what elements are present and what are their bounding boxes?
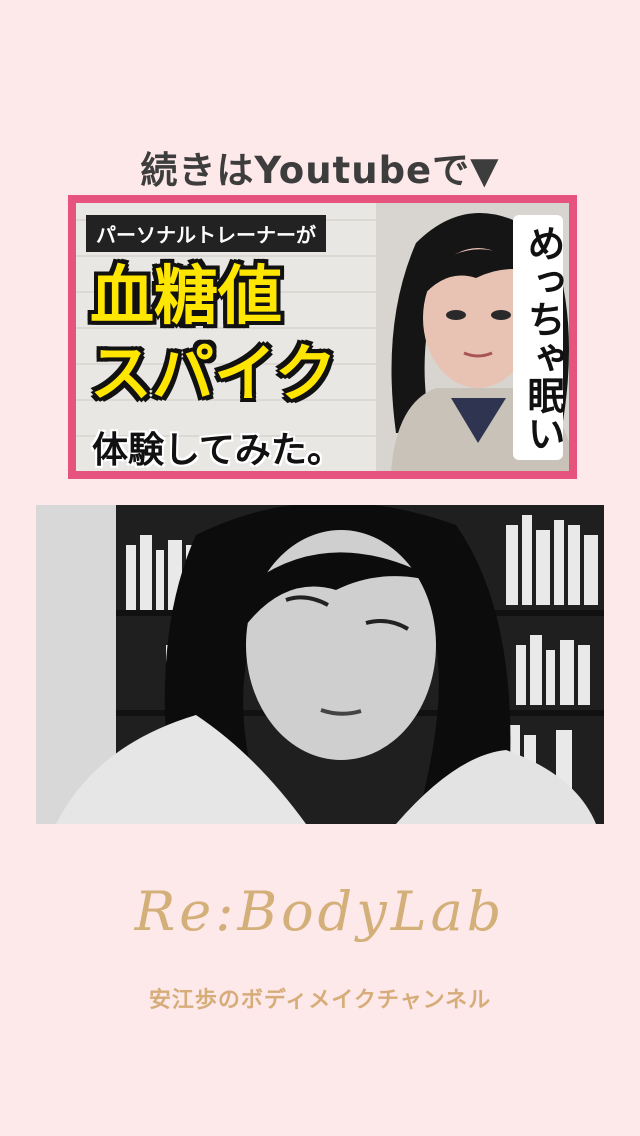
brand-logo: Re:BodyLab [134,880,506,943]
youtube-thumbnail[interactable]: パーソナルトレーナーが 血糖値 スパイク 体験してみた。 めっちゃ眠い [68,195,577,479]
grayscale-person-photo [36,505,604,824]
thumbnail-title-line2: スパイク [90,337,337,410]
thumbnail-title-line1: 血糖値 [90,260,282,334]
thumbnail-vertical-caption: めっちゃ眠い [513,215,565,460]
thumbnail-tag: パーソナルトレーナーが [86,215,326,252]
video-photo [36,505,604,824]
channel-name: 安江歩のボディメイクチャンネル [148,988,492,1013]
thumbnail-subtitle: 体験してみた。 [92,430,343,471]
thumbnail-content: パーソナルトレーナーが 血糖値 スパイク 体験してみた。 めっちゃ眠い [76,203,569,471]
headline: 続きはYoutubeで▼ [140,149,500,192]
